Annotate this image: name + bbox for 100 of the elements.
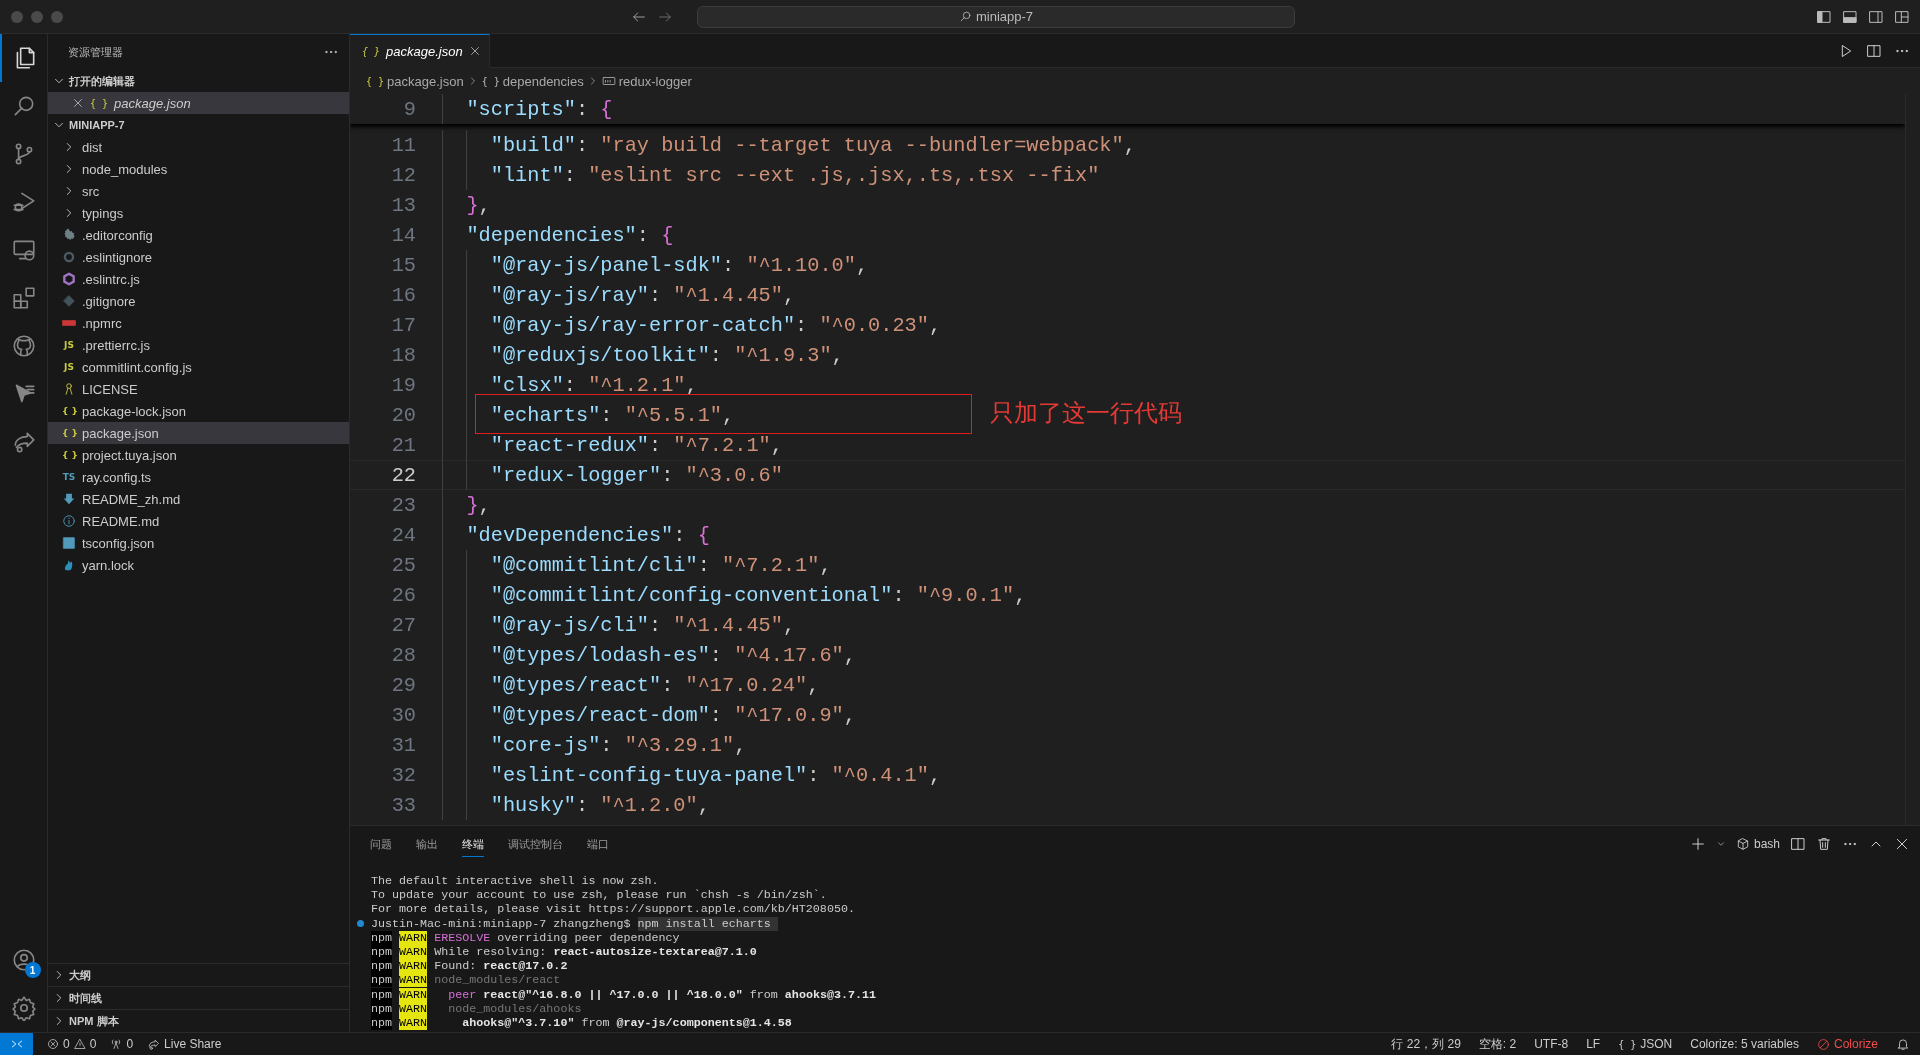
code-line: "@types/react": "^17.0.24",	[490, 673, 820, 697]
panel-tab[interactable]: 输出	[416, 831, 438, 857]
tree-item[interactable]: src	[48, 180, 349, 202]
colorize-status[interactable]: Colorize	[1817, 1037, 1878, 1051]
breadcrumb[interactable]: dependencies	[502, 73, 584, 89]
status-item[interactable]: Colorize: 5 variables	[1690, 1037, 1799, 1051]
secondary-sidebar-icon[interactable]	[1868, 8, 1884, 25]
tree-item[interactable]: .npmrc	[48, 312, 349, 334]
chevron-down-icon[interactable]	[1715, 839, 1726, 849]
panel-tab[interactable]: 调试控制台	[508, 831, 563, 857]
section-header[interactable]: 时间线	[48, 986, 349, 1009]
file-name[interactable]: package.json	[114, 95, 191, 111]
panel-tab[interactable]: 终端	[462, 831, 484, 857]
info-icon	[62, 514, 76, 528]
line-number: 28	[390, 643, 416, 667]
terminal-line: npm WARN node_modules/react	[371, 973, 561, 988]
status-item[interactable]: 行 22，列 29	[1391, 1035, 1461, 1053]
terminal-line: The default interactive shell is now zsh.	[371, 874, 659, 889]
tree-item[interactable]: .eslintignore	[48, 246, 349, 268]
json-icon: { }	[1618, 1038, 1637, 1050]
tree-item[interactable]: JS commitlint.config.js	[48, 356, 349, 378]
line-number: 18	[390, 343, 416, 367]
terminal-line: For more details, please visit https://support.apple.com/kb/HT208050.	[371, 902, 855, 917]
panel-tab[interactable]: 问题	[370, 831, 392, 857]
annotation-text: 只加了这一行代码	[990, 398, 1182, 429]
tree-item[interactable]: LICENSE	[48, 378, 349, 400]
code-line: "scripts": {	[466, 97, 613, 121]
close-icon[interactable]	[1894, 836, 1910, 852]
plus-icon[interactable]	[1689, 836, 1706, 852]
line-number: 31	[390, 733, 416, 757]
cube-icon	[1735, 837, 1750, 851]
terminal-selector[interactable]: bash	[1735, 837, 1780, 851]
panel-toggle-icon[interactable]	[1842, 8, 1858, 25]
section-header[interactable]: 大纲	[48, 963, 349, 986]
split-icon[interactable]	[1790, 836, 1806, 852]
status-item[interactable]: LF	[1586, 1037, 1601, 1051]
tree-item[interactable]: dist	[48, 136, 349, 158]
terminal-line: Justin-Mac-mini:miniapp-7 zhangzheng$ npm install echarts	[371, 916, 778, 931]
tree-item[interactable]: JS .prettierrc.js	[48, 334, 349, 356]
sidebar-toggle-icon[interactable]	[1816, 8, 1832, 25]
error-icon	[47, 1038, 59, 1050]
trash-icon[interactable]	[1816, 836, 1832, 852]
string-icon	[601, 74, 616, 88]
code-line: "husky": "^1.2.0",	[490, 793, 710, 817]
code-line: "@reduxjs/toolkit": "^1.9.3",	[490, 343, 844, 367]
settings-icon[interactable]	[10, 995, 37, 1021]
tree-item[interactable]: README_zh.md	[48, 488, 349, 510]
live-share-button[interactable]: Live Share	[147, 1037, 222, 1051]
section-header[interactable]: 打开的编辑器	[48, 70, 349, 92]
line-number: 26	[390, 583, 416, 607]
code-line: "react-redux": "^7.2.1",	[490, 433, 783, 457]
tree-item[interactable]: node_modules	[48, 158, 349, 180]
close-icon[interactable]	[72, 97, 84, 109]
terminal-line: npm WARN Found: react@17.0.2	[371, 959, 568, 974]
tree-item[interactable]: typings	[48, 202, 349, 224]
line-number: 21	[390, 433, 416, 457]
tree-item[interactable]: { } package.json	[48, 422, 349, 444]
js-icon: JS	[62, 340, 76, 350]
terminal-line: To update your account to use zsh, please run `chsh -s /bin/zsh`.	[371, 888, 827, 903]
line-number: 24	[390, 523, 416, 547]
breadcrumb[interactable]: redux-logger	[618, 73, 692, 89]
tree-item[interactable]: README.md	[48, 510, 349, 532]
language-mode[interactable]: { } JSON	[1618, 1037, 1673, 1051]
code-line: },	[466, 493, 491, 517]
layout-icon[interactable]	[1894, 8, 1910, 25]
account-icon[interactable]	[10, 947, 37, 973]
json-icon: { }	[481, 75, 500, 87]
status-item[interactable]: UTF-8	[1534, 1037, 1569, 1051]
tree-item[interactable]: .editorconfig	[48, 224, 349, 246]
code-line: "@ray-js/panel-sdk": "^1.10.0",	[490, 253, 869, 277]
problems-indicator[interactable]: 0 0	[47, 1037, 97, 1051]
ring-icon	[62, 250, 76, 264]
tree-item[interactable]: { } project.tuya.json	[48, 444, 349, 466]
antenna-icon	[110, 1038, 123, 1050]
line-number: 29	[390, 673, 416, 697]
editor-tab[interactable]: { } package.json	[350, 34, 490, 68]
diamond-icon	[62, 294, 76, 308]
tree-item[interactable]: yarn.lock	[48, 554, 349, 576]
status-item[interactable]: 空格: 2	[1478, 1035, 1517, 1053]
line-number: 30	[390, 703, 416, 727]
code-line: "redux-logger": "^3.0.6"	[490, 463, 783, 487]
ports-indicator[interactable]: 0	[110, 1037, 134, 1051]
breadcrumb[interactable]: package.json	[387, 73, 464, 89]
panel-tab[interactable]: 端口	[587, 831, 609, 857]
hexagon-icon	[62, 272, 76, 286]
code-line: },	[466, 193, 491, 217]
terminal-line: npm WARN ERESOLVE overriding peer dependency	[371, 930, 680, 945]
line-number: 14	[390, 223, 416, 247]
tree-item[interactable]: .gitignore	[48, 290, 349, 312]
bell-icon[interactable]	[1896, 1037, 1910, 1051]
close-icon[interactable]	[468, 45, 481, 57]
code-line: "@commitlint/cli": "^7.2.1",	[490, 553, 832, 577]
split-editor-icon[interactable]	[1866, 42, 1882, 59]
tree-item[interactable]: { } package-lock.json	[48, 400, 349, 422]
section-header[interactable]: MINIAPP-7	[48, 114, 349, 136]
tree-item[interactable]: TS ray.config.ts	[48, 466, 349, 488]
tree-item[interactable]: tsconfig.json	[48, 532, 349, 554]
line-number: 22	[390, 463, 416, 487]
tree-item[interactable]: .eslintrc.js	[48, 268, 349, 290]
command-center-field[interactable]: miniapp-7	[697, 5, 1295, 28]
